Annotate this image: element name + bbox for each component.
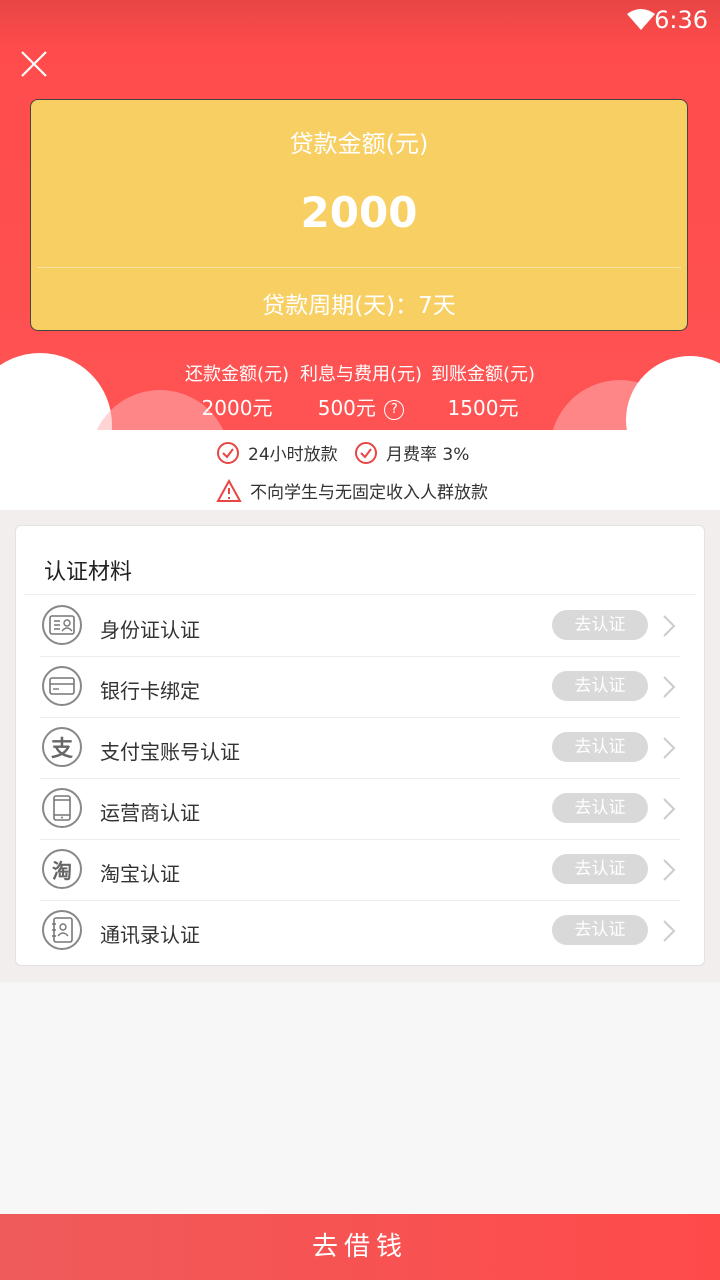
verify-button[interactable]: 去认证 [552,671,648,701]
warning-notice: 不向学生与无固定收入人群放款 [216,478,488,503]
list-item-carrier[interactable]: 运营商认证 去认证 [40,779,680,840]
verify-button[interactable]: 去认证 [552,854,648,884]
loan-amount-card: 贷款金额(元) 2000 贷款周期(天)：7天 [30,99,688,331]
loan-amount-label: 贷款金额(元) [289,130,429,158]
verify-button[interactable]: 去认证 [552,915,648,945]
status-time: 6:36 [654,6,708,34]
status-bar: 6:36 [0,0,720,40]
contacts-icon [42,910,82,950]
header-red-area: 6:36 贷款金额(元) 2000 贷款周期(天)：7天 还款金额(元) 200… [0,0,720,432]
verify-button[interactable]: 去认证 [552,610,648,640]
card-divider [37,267,681,268]
close-icon[interactable] [18,48,50,80]
list-item-id-card[interactable]: 身份证认证 去认证 [40,596,680,657]
help-icon[interactable]: ? [384,400,405,420]
taobao-icon: 淘 [42,849,82,889]
list-item-bank-card[interactable]: 银行卡绑定 去认证 [40,657,680,718]
wifi-icon [627,9,655,30]
feature-24h: 24小时放款 [216,440,338,465]
received-amount: 到账金额(元) 1500元 [430,364,536,420]
list-item-contacts[interactable]: 通讯录认证 去认证 [40,901,680,962]
loan-summary: 还款金额(元) 2000元 利息与费用(元) 500元 ? 到账金额(元) 15… [0,360,720,420]
list-item-taobao[interactable]: 淘 淘宝认证 去认证 [40,840,680,901]
chevron-right-icon [663,615,676,637]
chevron-right-icon [663,920,676,942]
check-circle-icon [217,441,239,464]
id-card-icon [42,605,82,645]
verification-panel: 认证材料 身份证认证 去认证 银行卡绑定 去认证 支 支付宝账号认证 去认证 运… [15,525,705,966]
warning-icon [216,478,242,502]
chevron-right-icon [663,798,676,820]
item-name: 银行卡绑定 [100,679,200,703]
loan-period: 贷款周期(天)：7天 [262,293,456,319]
chevron-right-icon [663,737,676,759]
item-name: 淘宝认证 [100,862,180,886]
list-item-alipay[interactable]: 支 支付宝账号认证 去认证 [40,718,680,779]
alipay-icon: 支 [42,727,82,767]
panel-divider [24,594,696,595]
top-section: 6:36 贷款金额(元) 2000 贷款周期(天)：7天 还款金额(元) 200… [0,0,720,510]
chevron-right-icon [663,676,676,698]
repay-amount: 还款金额(元) 2000元 [184,364,290,420]
item-name: 通讯录认证 [100,923,200,947]
phone-icon [42,788,82,828]
bank-card-icon [42,666,82,706]
borrow-button[interactable]: 去借钱 [0,1214,720,1280]
item-name: 身份证认证 [100,618,200,642]
check-circle-icon [355,441,377,464]
interest-fee: 利息与费用(元) 500元 ? [299,364,423,420]
item-name: 运营商认证 [100,801,200,825]
item-name: 支付宝账号认证 [100,740,240,764]
loan-amount-value: 2000 [300,188,418,237]
verify-button[interactable]: 去认证 [552,793,648,823]
chevron-right-icon [663,859,676,881]
verify-button[interactable]: 去认证 [552,732,648,762]
panel-title: 认证材料 [44,560,133,585]
feature-rate: 月费率 3% [354,440,469,465]
